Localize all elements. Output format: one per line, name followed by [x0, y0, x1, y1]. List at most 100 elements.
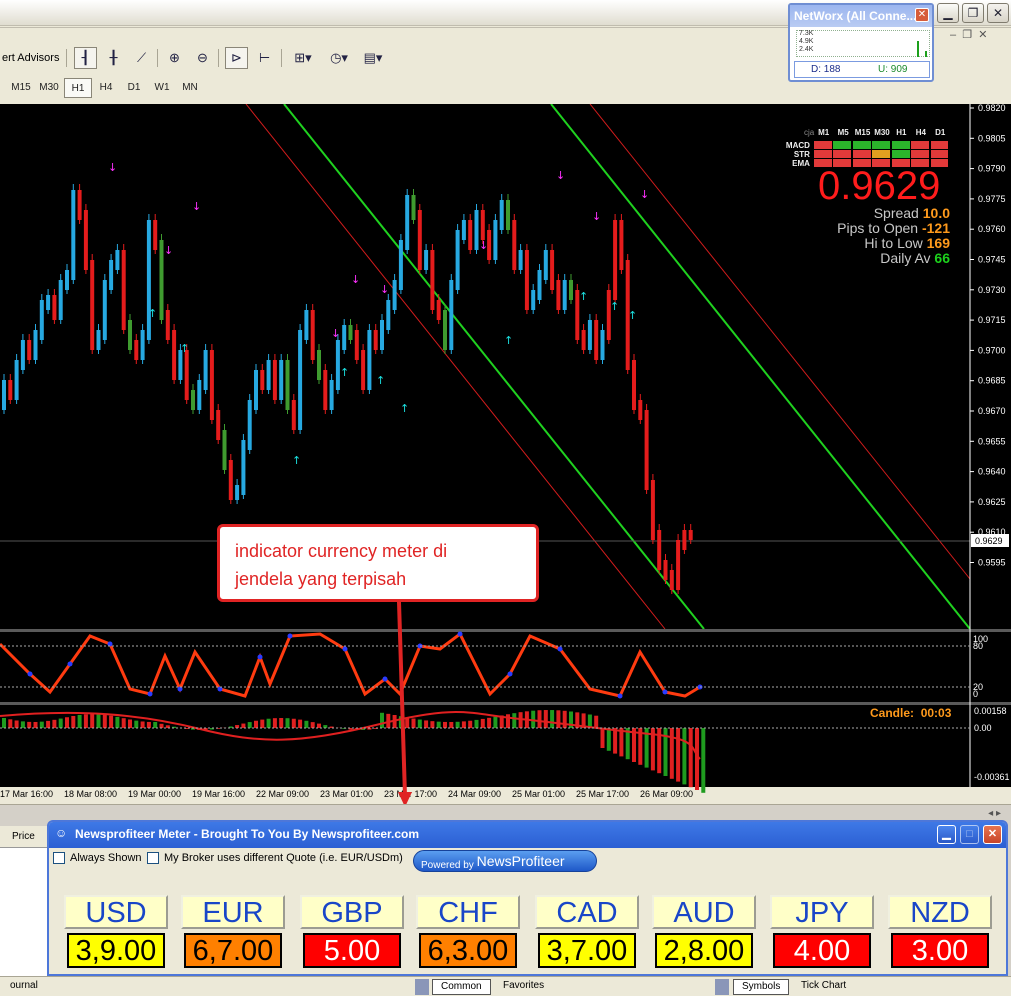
buy-arrow-icon: ↑ [628, 309, 637, 322]
templates-icon[interactable]: ▤▾ [359, 47, 387, 69]
macd-bar [260, 719, 265, 728]
dashboard-timeframe: M30 [874, 128, 890, 137]
time-axis-label: 25 Mar 17:00 [576, 789, 630, 799]
toolbar-separator [157, 49, 158, 67]
symbols-tab[interactable]: Symbols [733, 979, 790, 995]
terminal-tab-stub[interactable] [715, 979, 729, 995]
buy-arrow-icon: ↑ [400, 402, 409, 415]
currency-value-jpy: 4.00 [773, 933, 871, 968]
currency-value-cad: 3,7.00 [538, 933, 636, 968]
expert-advisors-label[interactable]: ert Advisors [2, 52, 59, 64]
macd-bar [8, 719, 13, 728]
zoom-out-icon[interactable]: ⊖ [191, 47, 214, 69]
currency-value-chf: 6,3.00 [419, 933, 517, 968]
currency-code-eur: EUR [181, 895, 285, 929]
meter-title-bar[interactable]: ☺ Newsprofiteer Meter - Brought To You B… [49, 822, 1006, 848]
toolbar-separator [218, 49, 219, 67]
callout-line-1: indicator currency meter di [235, 541, 448, 561]
always-shown-checkbox[interactable]: Always Shown [53, 852, 142, 864]
minimize-button[interactable]: ▁ [937, 3, 959, 23]
macd-bar [96, 714, 101, 728]
periods-icon[interactable]: ◷▾ [325, 47, 353, 69]
macd-bar [27, 721, 32, 728]
buy-arrow-icon: ↑ [340, 366, 349, 379]
price-tick-label: 0.9760 [978, 224, 1006, 234]
download-value: D: 188 [811, 64, 841, 75]
price-chart[interactable]: ↓ ↓ ↓ ↓ ↓ ↓ ↓ ↓ ↓ ↓ ↑ ↑ ↑ ↑ ↑ ↑ ↑ ↑ ↑ ↑ 0.9820 0.9805 0.9790 0… [0, 104, 1011, 804]
dashboard-cell [872, 141, 891, 149]
macd-bar [480, 718, 485, 728]
macd-bar [77, 714, 82, 728]
signal-dashboard: cja M1 M5 M15 M30 H1 H4 D1 MACD STR EMA [780, 128, 950, 168]
currency-code-cad: CAD [535, 895, 639, 929]
zoom-in-icon[interactable]: ⊕ [163, 47, 186, 69]
meter-maximize-button[interactable]: □ [960, 825, 979, 844]
macd-bar [613, 728, 618, 754]
stochastic-dot [507, 671, 513, 677]
journal-tab[interactable]: ournal [2, 979, 46, 995]
macd-bar [317, 723, 321, 728]
favorites-tab[interactable]: Favorites [495, 979, 552, 995]
common-tab[interactable]: Common [432, 979, 491, 995]
currency-meter-window[interactable]: ☺ Newsprofiteer Meter - Brought To You B… [47, 820, 1008, 976]
networx-close-icon[interactable]: ✕ [915, 8, 929, 22]
currency-value-gbp: 5.00 [303, 933, 401, 968]
navigator-tab-stub[interactable] [415, 979, 429, 995]
maximize-button[interactable]: ❐ [962, 3, 984, 23]
chart-shift-icon[interactable]: ⊢ [253, 47, 276, 69]
dashboard-cell [930, 150, 949, 158]
macd-bar [562, 710, 567, 728]
networx-widget[interactable]: NetWorx (All Conne... ✕ 7.3K 4.9K 2.4K D… [788, 3, 934, 82]
meter-minimize-button[interactable]: ▁ [937, 825, 956, 844]
timeframe-h4[interactable]: H4 [92, 78, 120, 98]
timeframe-d1[interactable]: D1 [120, 78, 148, 98]
sell-arrow-icon: ↓ [592, 210, 601, 223]
price-tick-label: 0.9775 [978, 194, 1006, 204]
graph-label: 4.9K [799, 38, 814, 45]
macd-bar [556, 710, 561, 728]
timeframe-mn[interactable]: MN [176, 78, 204, 98]
timeframe-h1[interactable]: H1 [64, 78, 92, 98]
mdi-controls[interactable]: – ❐ ✕ [950, 28, 987, 41]
time-axis-label: 23 Mar 01:00 [320, 789, 374, 799]
macd-bar [537, 710, 542, 728]
timeframe-m30[interactable]: M30 [35, 78, 63, 98]
line-chart-icon[interactable]: ⟋ [130, 47, 153, 69]
toolbar-separator [66, 49, 67, 67]
price-tick-label: 0.9640 [978, 467, 1006, 477]
pane-separator [0, 702, 1011, 705]
spread-label: Spread [873, 205, 919, 221]
candle-time: 00:03 [920, 706, 952, 720]
macd-bar [474, 719, 479, 728]
networx-title[interactable]: NetWorx (All Conne... [790, 5, 932, 27]
price-column-header[interactable]: Price [0, 826, 47, 848]
macd-bar [600, 728, 605, 748]
macd-bar [449, 721, 454, 728]
indicators-icon[interactable]: ⊞▾ [289, 47, 317, 69]
candlestick-icon[interactable]: ╂ [102, 47, 125, 69]
macd-bar [688, 728, 693, 788]
time-axis-label: 17 Mar 16:00 [0, 789, 54, 799]
price-tick-label: 0.9745 [978, 255, 1006, 265]
brand-label: NewsProfiteer [476, 853, 565, 869]
meter-close-button[interactable]: ✕ [983, 825, 1002, 844]
bar-chart-icon[interactable]: ┨ [74, 47, 97, 69]
callout-arrow [397, 601, 412, 807]
timeframe-w1[interactable]: W1 [148, 78, 176, 98]
powered-by-button[interactable]: Powered by NewsProfiteer [413, 850, 597, 872]
broker-quote-checkbox[interactable]: My Broker uses different Quote (i.e. EUR… [147, 852, 403, 864]
close-button[interactable]: ✕ [987, 3, 1009, 23]
macd-indicator [0, 710, 706, 793]
tick-chart-tab[interactable]: Tick Chart [793, 979, 854, 995]
auto-scroll-icon[interactable]: ⊳ [225, 47, 248, 69]
dashboard-cell [813, 150, 832, 158]
dashboard-row-label: STR [793, 150, 810, 159]
macd-bar [159, 723, 164, 728]
timeframe-m15[interactable]: M15 [7, 78, 35, 98]
stochastic-dot [257, 654, 263, 660]
macd-bar [128, 719, 132, 728]
dashboard-timeframe: M15 [854, 128, 871, 137]
upload-value: U: 909 [878, 64, 908, 75]
macd-bar [65, 717, 69, 728]
networx-graph: 7.3K 4.9K 2.4K [796, 30, 930, 57]
